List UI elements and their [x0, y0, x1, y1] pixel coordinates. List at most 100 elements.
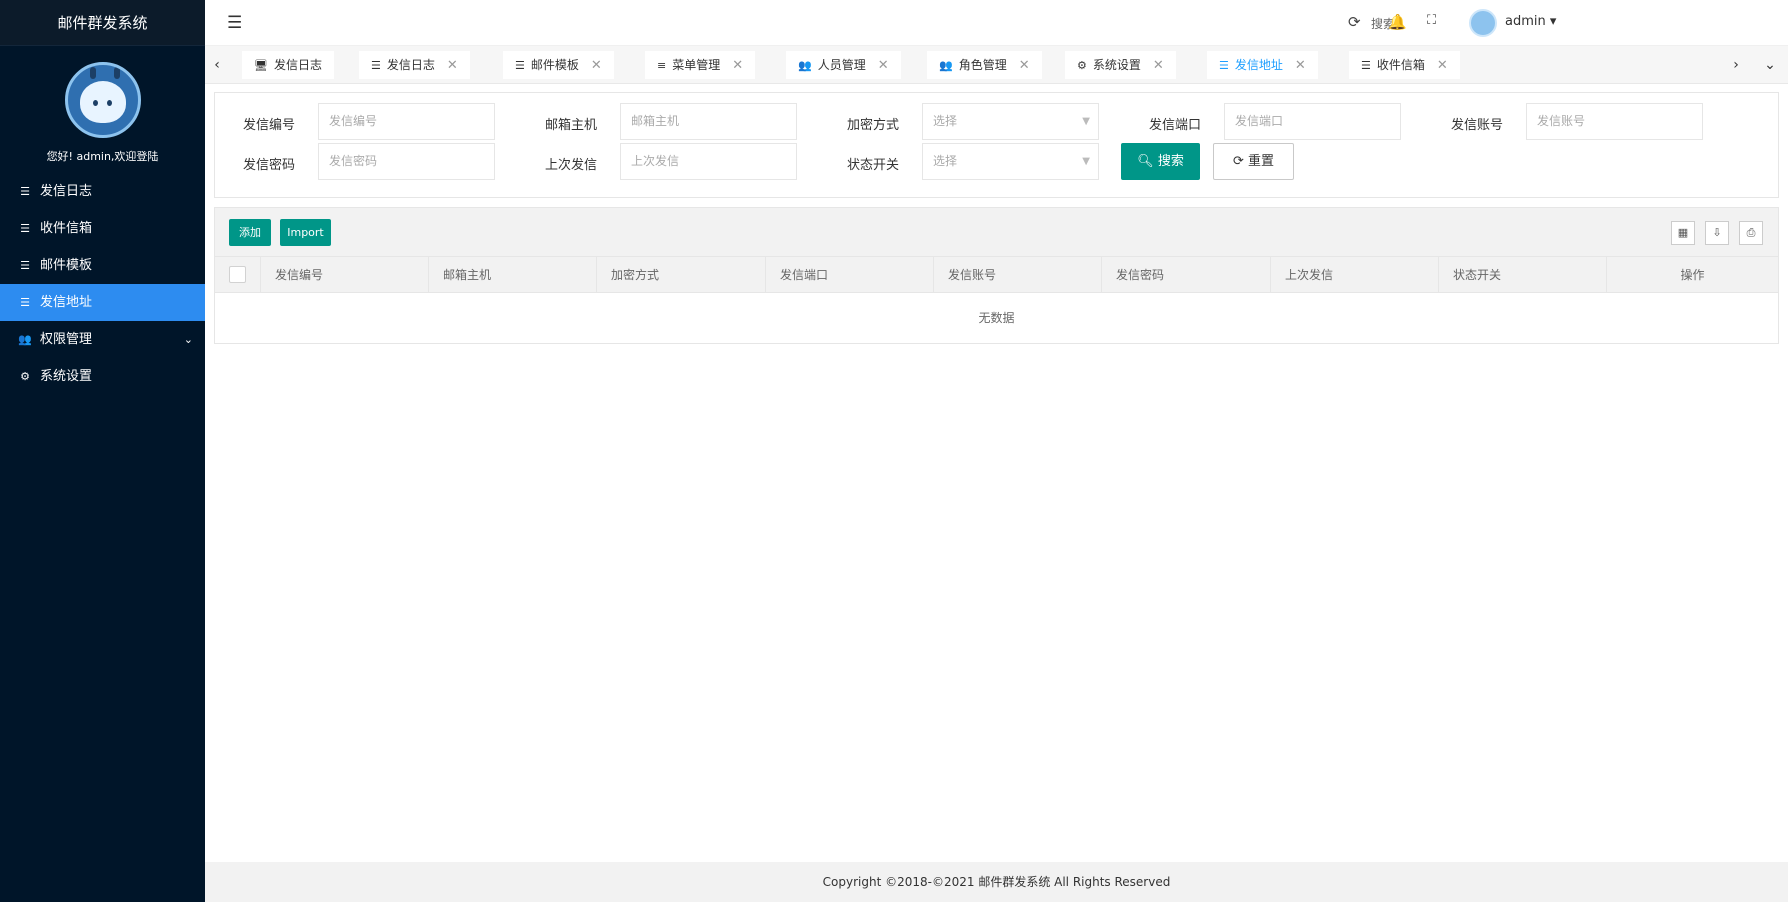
list-icon: ☰ [1219, 59, 1229, 72]
sidebar-item-settings[interactable]: ⚙ 系统设置 [0, 358, 205, 395]
menu-toggle-icon[interactable]: ☰ [227, 13, 242, 33]
columns-icon[interactable]: ▦ [1671, 221, 1695, 245]
close-icon[interactable]: ✕ [1437, 58, 1448, 73]
column-header[interactable]: 发信密码 [1102, 257, 1271, 293]
tab-label: 人员管理 [817, 58, 866, 72]
field-label: 发信端口 [1148, 118, 1201, 133]
close-icon[interactable]: ✕ [1019, 58, 1030, 73]
sidebar-menu: ☰ 发信日志 ☰ 收件信箱 ☰ 邮件模板 ☰ 发信地址 👥 权限管理 ⌄ ⚙ 系统设置 [0, 173, 205, 395]
add-button[interactable]: 添加 [229, 219, 271, 246]
bell-icon[interactable]: 🔔 [1388, 13, 1407, 31]
field-label: 邮箱主机 [544, 118, 597, 133]
close-icon[interactable]: ✕ [1295, 58, 1306, 73]
column-header-actions: 操作 [1680, 268, 1705, 282]
close-icon[interactable]: ✕ [591, 58, 602, 73]
sidebar-item-label: 系统设置 [40, 369, 93, 384]
send-port-input[interactable]: 发信端口 [1224, 103, 1401, 140]
sidebar-item-templates[interactable]: ☰ 邮件模板 [0, 247, 205, 284]
profile: 您好! admin,欢迎登陆 [0, 46, 205, 171]
list-icon: ☰ [20, 296, 30, 309]
send-account-input[interactable]: 发信账号 [1526, 103, 1703, 140]
placeholder: 发信端口 [1235, 114, 1284, 128]
reset-button-label: 重置 [1248, 154, 1275, 169]
print-icon[interactable]: ⎙ [1739, 221, 1763, 245]
caret-down-icon: ▼ [1082, 116, 1090, 127]
sidebar-item-label: 发信日志 [40, 184, 93, 199]
export-icon[interactable]: ⇩ [1705, 221, 1729, 245]
avatar [64, 62, 141, 138]
tab-staff-manage[interactable]: 👥 人员管理 ✕ [786, 51, 901, 79]
close-icon[interactable]: ✕ [447, 58, 458, 73]
tab-role-manage[interactable]: 👥 角色管理 ✕ [927, 51, 1042, 79]
close-icon[interactable]: ✕ [732, 58, 743, 73]
send-id-input[interactable]: 发信编号 [318, 103, 495, 140]
search-button-label: 搜索 [1157, 154, 1184, 169]
sidebar-item-permissions[interactable]: 👥 权限管理 ⌄ [0, 321, 205, 358]
tab-label: 收件信箱 [1376, 58, 1425, 72]
bars-icon: ≡ [657, 59, 667, 72]
search-icon: 🔍︎ [1137, 154, 1154, 169]
list-icon: ☰ [20, 222, 30, 235]
search-form: 发信编号 发信编号 邮箱主机 邮箱主机 加密方式 选择 ▼ 发信端口 发信端口 发… [214, 92, 1779, 198]
tab-label: 邮件模板 [530, 58, 579, 72]
tab-settings[interactable]: ⚙ 系统设置 ✕ [1065, 51, 1176, 79]
mail-host-input[interactable]: 邮箱主机 [620, 103, 797, 140]
tab-menu-chevron-down-icon[interactable]: ⌄ [1758, 46, 1782, 84]
sidebar: 邮件群发系统 您好! admin,欢迎登陆 ☰ 发信日志 ☰ 收件信箱 ☰ 邮件模板 … [0, 0, 205, 902]
column-header[interactable]: 邮箱主机 [429, 257, 597, 293]
column-header[interactable]: 加密方式 [597, 257, 766, 293]
list-icon: ☰ [20, 185, 30, 198]
tab-menu-manage[interactable]: ≡ 菜单管理 ✕ [645, 51, 756, 79]
user-avatar[interactable] [1469, 9, 1497, 37]
close-icon[interactable]: ✕ [1153, 58, 1164, 73]
gear-icon: ⚙ [1077, 59, 1087, 72]
tab-label: 发信日志 [273, 58, 322, 72]
top-header: ☰ 搜索 ⟳ 🔔 ⛶ admin ▾ [205, 0, 1788, 46]
select-all-checkbox[interactable] [229, 266, 246, 283]
tab-scroll-left-icon[interactable]: ‹ [205, 46, 229, 84]
sidebar-item-send-address[interactable]: ☰ 发信地址 [0, 284, 205, 321]
list-icon: ☰ [371, 59, 381, 72]
field-label: 加密方式 [846, 118, 899, 133]
tab-send-log[interactable]: ☰ 发信日志 ✕ [359, 51, 470, 79]
column-header[interactable]: 状态开关 [1439, 257, 1607, 293]
send-password-input[interactable]: 发信密码 [318, 143, 495, 180]
sidebar-item-label: 发信地址 [40, 295, 93, 310]
reset-button[interactable]: ⟳ 重置 [1213, 143, 1294, 180]
list-icon: ☰ [20, 259, 30, 272]
select-all-cell [215, 257, 261, 293]
sidebar-item-label: 收件信箱 [40, 221, 93, 236]
tab-bar: ‹ 🖥 发信日志 ☰ 发信日志 ✕ ☰ 邮件模板 ✕ ≡ 菜单管理 ✕ 👥 人员管理 ✕ 👥 角色管… [205, 46, 1788, 84]
tab-inbox[interactable]: ☰ 收件信箱 ✕ [1349, 51, 1460, 79]
tab-send-log-home[interactable]: 🖥 发信日志 [242, 51, 334, 79]
refresh-icon[interactable]: ⟳ [1348, 13, 1361, 31]
placeholder: 选择 [933, 154, 958, 168]
sidebar-item-send-log[interactable]: ☰ 发信日志 [0, 173, 205, 210]
placeholder: 发信编号 [329, 114, 378, 128]
fullscreen-icon[interactable]: ⛶ [1427, 13, 1436, 28]
column-header[interactable]: 发信账号 [934, 257, 1102, 293]
gear-icon: ⚙ [20, 370, 30, 383]
search-button[interactable]: 🔍︎ 搜索 [1121, 143, 1200, 180]
tab-scroll-right-icon[interactable]: › [1724, 46, 1748, 84]
users-icon: 👥 [798, 59, 812, 72]
placeholder: 邮箱主机 [631, 114, 680, 128]
chevron-down-icon: ⌄ [183, 333, 193, 346]
list-icon: ☰ [1361, 59, 1371, 72]
close-icon[interactable]: ✕ [878, 58, 889, 73]
user-menu[interactable]: admin ▾ [1505, 14, 1556, 29]
column-header[interactable]: 上次发信 [1271, 257, 1439, 293]
status-select[interactable]: 选择 ▼ [922, 143, 1099, 180]
caret-down-icon: ▼ [1082, 156, 1090, 167]
tab-templates[interactable]: ☰ 邮件模板 ✕ [503, 51, 614, 79]
last-send-input[interactable]: 上次发信 [620, 143, 797, 180]
column-header[interactable]: 发信编号 [261, 257, 429, 293]
footer-copyright: Copyright ©2018-©2021 邮件群发系统 All Rights … [205, 862, 1788, 902]
tab-label: 菜单管理 [672, 58, 721, 72]
import-button[interactable]: Import [280, 219, 331, 246]
sidebar-item-inbox[interactable]: ☰ 收件信箱 [0, 210, 205, 247]
tab-send-address[interactable]: ☰ 发信地址 ✕ [1207, 51, 1318, 79]
encryption-select[interactable]: 选择 ▼ [922, 103, 1099, 140]
field-label: 发信密码 [242, 158, 295, 173]
column-header[interactable]: 发信端口 [766, 257, 934, 293]
